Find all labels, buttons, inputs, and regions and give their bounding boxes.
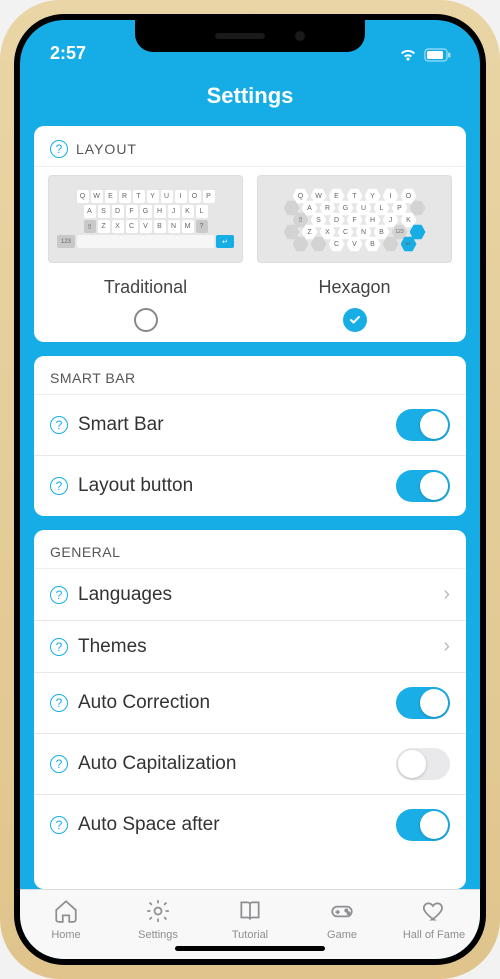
tab-hall-of-fame[interactable]: Hall of Fame xyxy=(388,890,480,949)
radio-traditional[interactable] xyxy=(134,308,158,332)
tab-hof-label: Hall of Fame xyxy=(403,929,465,941)
help-icon[interactable]: ? xyxy=(50,416,68,434)
layout-header-label: LAYOUT xyxy=(76,141,137,157)
smart-bar-header: SMART BAR xyxy=(34,356,466,394)
layout-header: ? LAYOUT xyxy=(34,126,466,166)
gamepad-icon xyxy=(329,898,355,927)
tab-tutorial-label: Tutorial xyxy=(232,929,268,941)
tab-game[interactable]: Game xyxy=(296,890,388,949)
smart-bar-header-label: SMART BAR xyxy=(50,370,136,386)
toggle-smart-bar[interactable] xyxy=(396,409,450,441)
gear-icon xyxy=(145,898,171,927)
toggle-layout-button[interactable] xyxy=(396,470,450,502)
toggle-auto-correction[interactable] xyxy=(396,687,450,719)
home-indicator[interactable] xyxy=(175,946,325,951)
general-card: GENERAL ? Languages › ? Themes › xyxy=(34,530,466,889)
tab-home[interactable]: Home xyxy=(20,890,112,949)
row-smart-bar: ? Smart Bar xyxy=(34,394,466,455)
tab-settings-label: Settings xyxy=(138,929,178,941)
general-header: GENERAL xyxy=(34,530,466,568)
tab-tutorial[interactable]: Tutorial xyxy=(204,890,296,949)
layout-card: ? LAYOUT QWERTYUIOP ASDFGHJKL ⇧ZXCVBNM? … xyxy=(34,126,466,342)
tab-home-label: Home xyxy=(51,929,80,941)
row-auto-correction-label: Auto Correction xyxy=(78,692,386,714)
layout-options-row: QWERTYUIOP ASDFGHJKL ⇧ZXCVBNM? 123↵ Trad… xyxy=(34,167,466,332)
battery-icon xyxy=(424,48,452,62)
layout-hexagon-label: Hexagon xyxy=(318,277,390,298)
nav-bar: Settings xyxy=(20,66,480,126)
wifi-icon xyxy=(398,48,418,62)
layout-option-traditional[interactable]: QWERTYUIOP ASDFGHJKL ⇧ZXCVBNM? 123↵ Trad… xyxy=(48,175,243,332)
row-auto-capitalization: ? Auto Capitalization xyxy=(34,733,466,794)
layout-option-hexagon[interactable]: QWETYIO ARGULP ⇧SDFHJK ZXCNB123 CVB↵ Hex… xyxy=(257,175,452,332)
content: ? LAYOUT QWERTYUIOP ASDFGHJKL ⇧ZXCVBNM? … xyxy=(20,126,480,889)
screen: 2:57 Settings ? xyxy=(20,20,480,959)
row-smart-bar-label: Smart Bar xyxy=(78,414,386,436)
heart-icon xyxy=(421,898,447,927)
bezel: 2:57 Settings ? xyxy=(14,14,486,965)
keyboard-preview-traditional: QWERTYUIOP ASDFGHJKL ⇧ZXCVBNM? 123↵ xyxy=(48,175,243,263)
row-auto-correction: ? Auto Correction xyxy=(34,672,466,733)
page-title: Settings xyxy=(207,83,294,109)
row-languages-label: Languages xyxy=(78,584,433,606)
row-auto-space-after-label: Auto Space after xyxy=(78,814,386,836)
radio-hexagon[interactable] xyxy=(343,308,367,332)
row-themes-label: Themes xyxy=(78,636,433,658)
tab-settings[interactable]: Settings xyxy=(112,890,204,949)
help-icon[interactable]: ? xyxy=(50,140,68,158)
help-icon[interactable]: ? xyxy=(50,816,68,834)
smart-bar-card: SMART BAR ? Smart Bar ? Layout button xyxy=(34,356,466,516)
row-auto-space-after: ? Auto Space after xyxy=(34,794,466,855)
general-header-label: GENERAL xyxy=(50,544,120,560)
chevron-right-icon: › xyxy=(443,583,450,606)
row-layout-button-label: Layout button xyxy=(78,475,386,497)
keyboard-preview-hexagon: QWETYIO ARGULP ⇧SDFHJK ZXCNB123 CVB↵ xyxy=(257,175,452,263)
notch xyxy=(135,20,365,52)
toggle-auto-space-after[interactable] xyxy=(396,809,450,841)
device-frame: 2:57 Settings ? xyxy=(0,0,500,979)
home-icon xyxy=(53,898,79,927)
help-icon[interactable]: ? xyxy=(50,586,68,604)
book-icon xyxy=(237,898,263,927)
help-icon[interactable]: ? xyxy=(50,477,68,495)
toggle-auto-capitalization[interactable] xyxy=(396,748,450,780)
chevron-right-icon: › xyxy=(443,635,450,658)
row-auto-capitalization-label: Auto Capitalization xyxy=(78,753,386,775)
help-icon[interactable]: ? xyxy=(50,694,68,712)
tab-game-label: Game xyxy=(327,929,357,941)
help-icon[interactable]: ? xyxy=(50,755,68,773)
row-languages[interactable]: ? Languages › xyxy=(34,568,466,620)
help-icon[interactable]: ? xyxy=(50,638,68,656)
layout-traditional-label: Traditional xyxy=(104,277,187,298)
row-layout-button: ? Layout button xyxy=(34,455,466,516)
row-themes[interactable]: ? Themes › xyxy=(34,620,466,672)
